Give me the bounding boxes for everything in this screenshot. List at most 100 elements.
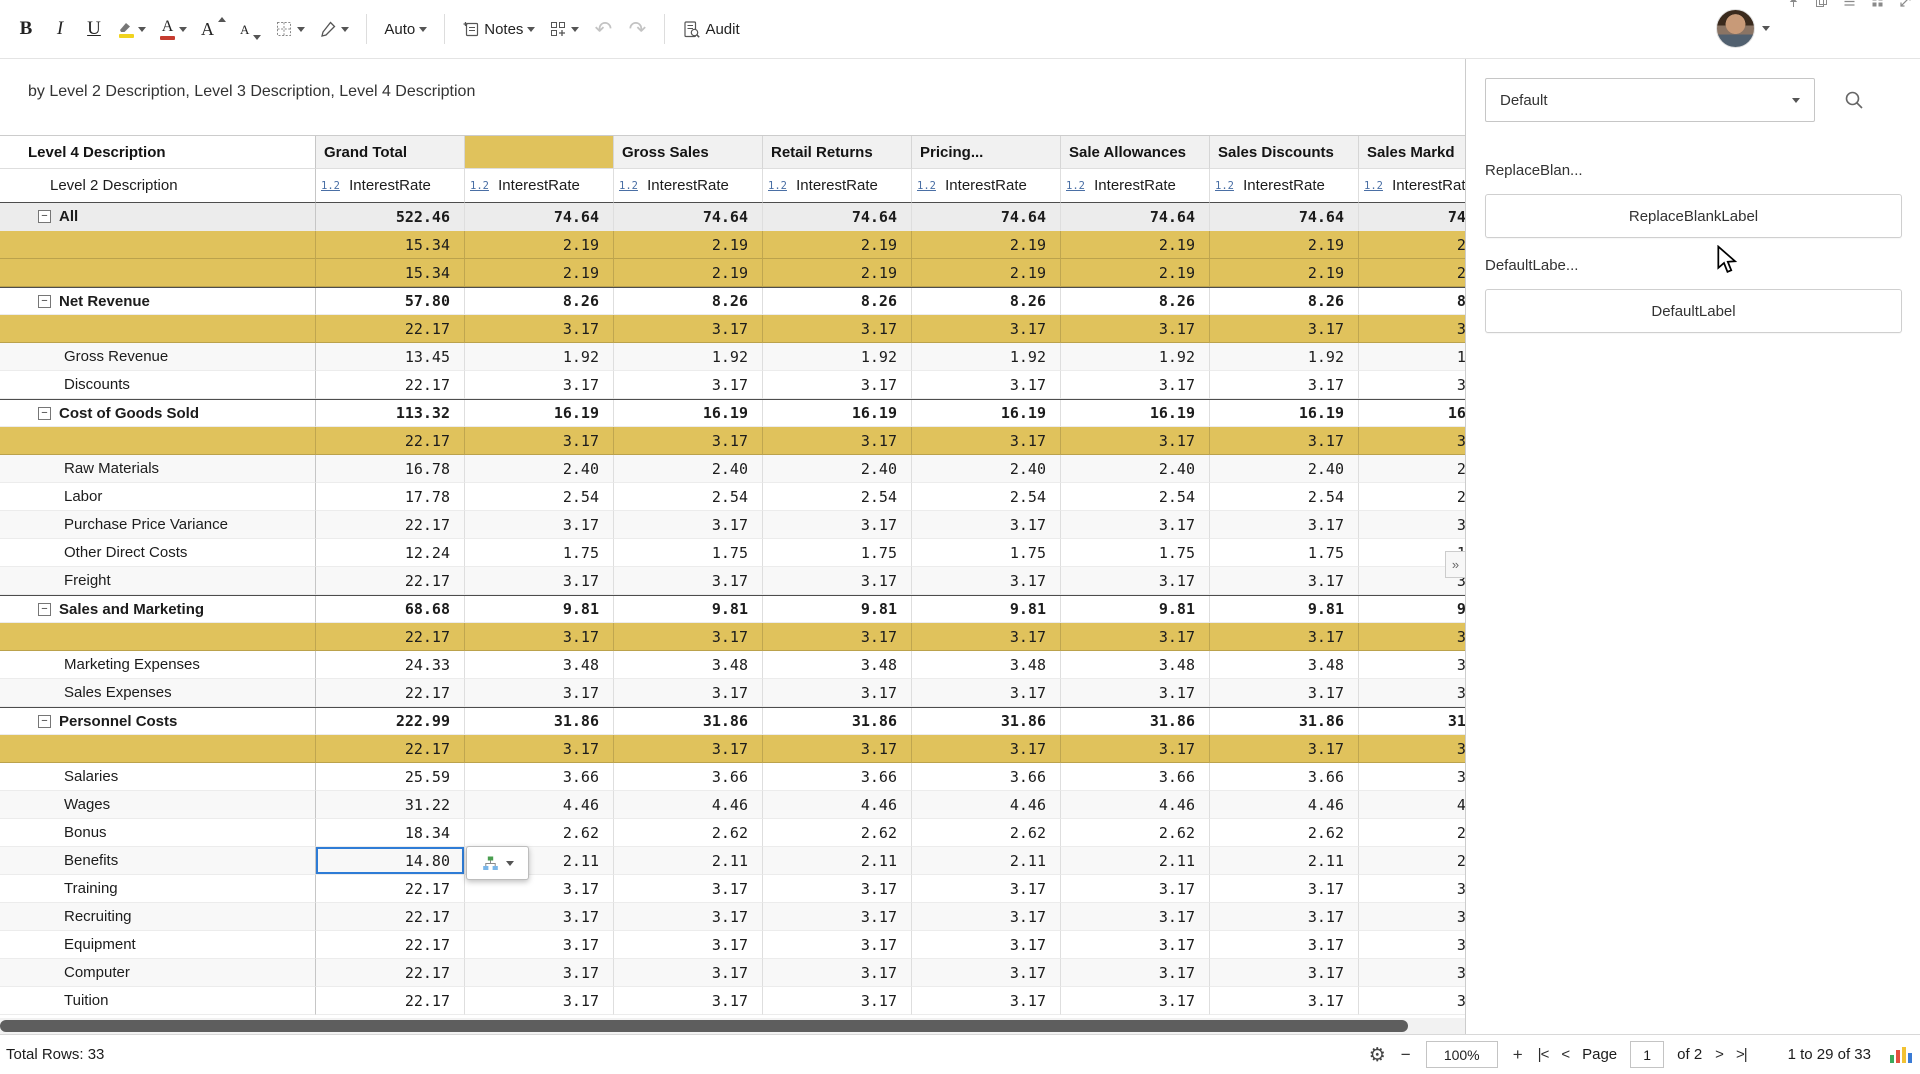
value-cell[interactable]: 2.11 <box>763 847 912 875</box>
value-cell[interactable]: 9.81 <box>1359 596 1465 623</box>
value-cell[interactable]: 3.17 <box>614 903 763 931</box>
value-cell[interactable]: 8.26 <box>1061 288 1210 315</box>
row-label-cell[interactable] <box>0 315 316 343</box>
value-cell[interactable]: 14.80 <box>316 847 465 875</box>
row-label-cell[interactable]: −Personnel Costs <box>0 708 316 735</box>
value-cell[interactable]: 31.86 <box>763 708 912 735</box>
value-cell[interactable]: 2.62 <box>1359 819 1465 847</box>
value-cell[interactable]: 18.34 <box>316 819 465 847</box>
value-cell[interactable]: 522.46 <box>316 203 465 231</box>
value-cell[interactable]: 8.26 <box>614 288 763 315</box>
value-cell[interactable]: 12.24 <box>316 539 465 567</box>
row-label-cell[interactable]: −All <box>0 203 316 231</box>
value-cell[interactable]: 3.17 <box>912 903 1061 931</box>
value-cell[interactable]: 2.11 <box>912 847 1061 875</box>
value-cell[interactable]: 31.86 <box>912 708 1061 735</box>
value-cell[interactable]: 31.22 <box>316 791 465 819</box>
value-cell[interactable]: 3.17 <box>1359 735 1465 763</box>
value-cell[interactable]: 3.17 <box>614 511 763 539</box>
value-cell[interactable]: 3.17 <box>912 735 1061 763</box>
value-cell[interactable]: 16.19 <box>1061 400 1210 427</box>
search-button[interactable] <box>1843 89 1865 111</box>
font-color-button[interactable]: A <box>154 9 193 49</box>
value-cell[interactable]: 2.54 <box>465 483 614 511</box>
value-cell[interactable]: 3.17 <box>763 315 912 343</box>
value-cell[interactable]: 3.17 <box>763 735 912 763</box>
value-cell[interactable]: 4.46 <box>465 791 614 819</box>
increase-font-button[interactable]: A <box>195 9 232 49</box>
first-page-button[interactable]: |< <box>1538 1046 1549 1063</box>
value-cell[interactable]: 2.54 <box>763 483 912 511</box>
value-cell[interactable]: 3.17 <box>912 567 1061 595</box>
value-cell[interactable]: 22.17 <box>316 959 465 987</box>
value-cell[interactable]: 3.48 <box>1210 651 1359 679</box>
value-cell[interactable]: 3.48 <box>763 651 912 679</box>
value-cell[interactable]: 2.54 <box>614 483 763 511</box>
row-label-cell[interactable] <box>0 735 316 763</box>
value-cell[interactable]: 3.17 <box>763 427 912 455</box>
value-cell[interactable]: 113.32 <box>316 400 465 427</box>
measure-header[interactable]: 1.2InterestRate <box>1061 169 1210 203</box>
value-cell[interactable]: 22.17 <box>316 735 465 763</box>
value-cell[interactable]: 74.64 <box>912 203 1061 231</box>
measure-header[interactable]: 1.2InterestRate <box>1359 169 1465 203</box>
value-cell[interactable]: 3.17 <box>912 931 1061 959</box>
value-cell[interactable]: 22.17 <box>316 567 465 595</box>
value-cell[interactable]: 3.17 <box>465 903 614 931</box>
value-cell[interactable]: 222.99 <box>316 708 465 735</box>
value-cell[interactable]: 2.19 <box>1210 231 1359 259</box>
auto-fit-dropdown[interactable]: Auto <box>378 9 433 49</box>
copy-icon[interactable] <box>1815 0 1828 8</box>
value-cell[interactable]: 3.17 <box>1359 959 1465 987</box>
value-cell[interactable]: 3.17 <box>912 959 1061 987</box>
value-cell[interactable]: 22.17 <box>316 875 465 903</box>
value-cell[interactable]: 3.17 <box>614 875 763 903</box>
value-cell[interactable]: 2.11 <box>1210 847 1359 875</box>
value-cell[interactable]: 3.17 <box>1061 959 1210 987</box>
value-cell[interactable]: 1.92 <box>614 343 763 371</box>
row-label-cell[interactable]: Other Direct Costs <box>0 539 316 567</box>
value-cell[interactable]: 3.17 <box>1359 371 1465 399</box>
measure-header[interactable]: 1.2InterestRate <box>763 169 912 203</box>
value-cell[interactable]: 22.17 <box>316 623 465 651</box>
value-cell[interactable]: 3.17 <box>1061 931 1210 959</box>
value-cell[interactable]: 3.17 <box>1210 511 1359 539</box>
value-cell[interactable]: 74.64 <box>1359 203 1465 231</box>
row-label-cell[interactable]: Salaries <box>0 763 316 791</box>
default-label-button[interactable]: DefaultLabel <box>1485 289 1902 333</box>
value-cell[interactable]: 24.33 <box>316 651 465 679</box>
value-cell[interactable]: 3.17 <box>1359 623 1465 651</box>
value-cell[interactable]: 57.80 <box>316 288 465 315</box>
value-cell[interactable]: 2.62 <box>614 819 763 847</box>
layout-grid-icon[interactable] <box>1871 0 1884 8</box>
value-cell[interactable]: 3.17 <box>1359 875 1465 903</box>
collapse-icon[interactable]: − <box>38 210 51 223</box>
value-cell[interactable]: 74.64 <box>614 203 763 231</box>
value-cell[interactable]: 22.17 <box>316 987 465 1015</box>
value-cell[interactable]: 2.40 <box>912 455 1061 483</box>
row-label-cell[interactable]: Discounts <box>0 371 316 399</box>
value-cell[interactable]: 3.17 <box>1210 567 1359 595</box>
value-cell[interactable]: 3.17 <box>912 679 1061 707</box>
value-cell[interactable]: 16.78 <box>316 455 465 483</box>
row-label-cell[interactable] <box>0 231 316 259</box>
column-header[interactable]: Gross Sales <box>614 136 763 169</box>
value-cell[interactable]: 3.17 <box>763 623 912 651</box>
value-cell[interactable]: 3.66 <box>465 763 614 791</box>
value-cell[interactable]: 3.17 <box>1061 371 1210 399</box>
value-cell[interactable]: 3.17 <box>1210 315 1359 343</box>
collapse-icon[interactable]: − <box>38 407 51 420</box>
value-cell[interactable]: 2.62 <box>912 819 1061 847</box>
value-cell[interactable]: 9.81 <box>614 596 763 623</box>
value-cell[interactable]: 1.75 <box>1061 539 1210 567</box>
row-label-cell[interactable]: Marketing Expenses <box>0 651 316 679</box>
value-cell[interactable]: 2.19 <box>1061 259 1210 287</box>
measure-header[interactable]: 1.2InterestRate <box>912 169 1061 203</box>
value-cell[interactable]: 3.17 <box>614 427 763 455</box>
bold-button[interactable]: B <box>10 9 42 49</box>
user-menu[interactable] <box>1716 9 1770 48</box>
value-cell[interactable]: 3.17 <box>763 959 912 987</box>
value-cell[interactable]: 3.17 <box>1210 679 1359 707</box>
value-cell[interactable]: 22.17 <box>316 315 465 343</box>
zoom-in-button[interactable]: + <box>1511 1045 1525 1065</box>
